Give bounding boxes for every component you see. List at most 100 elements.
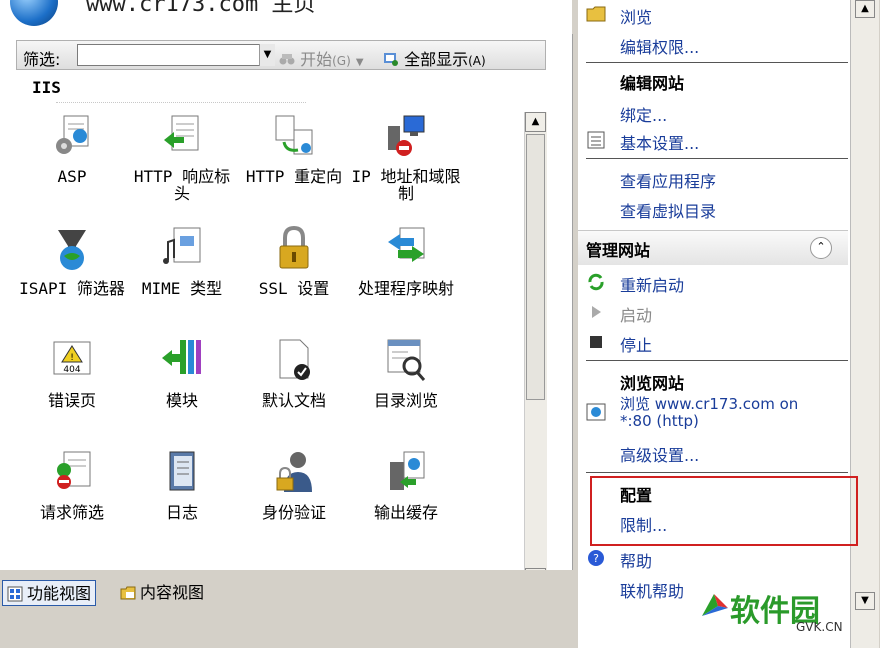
action-stop[interactable]: 停止 (620, 332, 652, 356)
start-filter-button[interactable]: 开始(G) ▼ (279, 46, 364, 70)
feature-label: 身份验证 (261, 503, 326, 522)
features-icons-area: IIS ASP HTTP 响应标头 HTTP 重定向 IP 地址和域限制 ISA… (16, 74, 522, 554)
action-start[interactable]: 启动 (620, 302, 652, 326)
feature-error-pages[interactable]: ! 404 错误页 (16, 336, 128, 409)
feature-mime-types[interactable]: MIME 类型 (126, 224, 238, 297)
tab-content-view[interactable]: 内容视图 (116, 580, 208, 606)
mime-types-icon (163, 227, 201, 264)
feature-label: 默认文档 (261, 391, 326, 410)
modules-icon (162, 340, 201, 374)
show-all-icon (384, 53, 398, 66)
feature-label: 输出缓存 (373, 503, 438, 522)
stop-icon (590, 336, 602, 348)
actions-scroll-up-button[interactable]: ▲ (855, 0, 875, 18)
feature-default-document[interactable]: 默认文档 (238, 336, 350, 409)
feature-isapi-filters[interactable]: ISAPI 筛选器 (16, 224, 128, 297)
isapi-filters-icon (58, 230, 86, 270)
collapse-chevron-icon[interactable]: ⌃ (810, 237, 832, 259)
title-strip: www.cr173.com 主页 (0, 0, 572, 34)
feature-request-filtering[interactable]: 请求筛选 (16, 448, 128, 521)
http-response-headers-icon (164, 115, 199, 151)
filter-toolbar: 筛选: ▼ 开始(G) ▼ 全部显示(A) (16, 40, 546, 70)
features-scrollbar[interactable]: ▲ ▼ (524, 112, 547, 588)
action-advanced-settings[interactable]: 高级设置... (620, 442, 699, 466)
action-view-virtual-dirs[interactable]: 查看虚拟目录 (620, 198, 716, 222)
directory-browsing-icon (387, 339, 426, 381)
watermark-url: GVK.CN (796, 620, 843, 634)
feature-output-caching[interactable]: 输出缓存 (350, 448, 462, 521)
asp-icon (56, 115, 89, 154)
feature-label: HTTP 重定向 (245, 167, 343, 186)
browse-link-line2: *:80 (http) (620, 412, 699, 430)
action-restart[interactable]: 重新启动 (620, 272, 684, 296)
action-basic-settings[interactable]: 基本设置... (620, 130, 699, 154)
action-browse-site-link[interactable]: 浏览 www.cr173.com on *:80 (http) (620, 396, 798, 430)
section-browse-site: 浏览网站 (620, 374, 685, 393)
actions-pane: 浏览 编辑权限... 编辑网站 绑定... 基本设置... 查看应用程序 查看虚… (578, 0, 850, 648)
manage-site-header: 管理网站 ⌃ (578, 230, 848, 265)
feature-logging[interactable]: 日志 (126, 448, 238, 521)
action-edit-permissions[interactable]: 编辑权限... (620, 34, 699, 58)
watermark-logo-icon (702, 594, 728, 616)
ssl-lock-icon (279, 225, 309, 269)
scrollbar-thumb[interactable] (526, 134, 545, 400)
filter-input[interactable] (77, 44, 273, 66)
action-explore[interactable]: 浏览 (620, 4, 652, 28)
tab-features-view[interactable]: 功能视图 (2, 580, 97, 606)
feature-label: 错误页 (47, 391, 96, 410)
request-filtering-icon (57, 451, 91, 489)
feature-asp[interactable]: ASP (16, 112, 128, 185)
action-view-applications[interactable]: 查看应用程序 (620, 168, 716, 192)
show-all-shortcut: (A) (468, 54, 486, 68)
feature-authentication[interactable]: 身份验证 (238, 448, 350, 521)
feature-label: ASP (57, 167, 87, 186)
section-divider (586, 360, 848, 361)
output-caching-icon (390, 451, 425, 490)
feature-http-redirect[interactable]: HTTP 重定向 (238, 112, 350, 185)
section-divider (586, 158, 848, 159)
section-divider (586, 472, 848, 473)
binoculars-icon (279, 54, 295, 65)
feature-handler-mappings[interactable]: 处理程序映射 (350, 224, 462, 297)
ip-restrictions-icon (388, 115, 425, 156)
feature-http-response-headers[interactable]: HTTP 响应标头 (126, 112, 238, 202)
manage-site-title: 管理网站 (586, 241, 651, 260)
start-play-icon (592, 306, 601, 318)
feature-label: 目录浏览 (373, 391, 438, 410)
browse-link-line1: 浏览 www.cr173.com on (620, 395, 799, 413)
show-all-button[interactable]: 全部显示(A) (383, 46, 486, 70)
globe-icon (10, 0, 58, 26)
scroll-up-button[interactable]: ▲ (525, 112, 546, 132)
tab-content-label: 内容视图 (140, 583, 205, 602)
error-pages-404-icon: ! 404 (53, 341, 91, 375)
svg-text:!: ! (70, 353, 74, 363)
group-divider (56, 102, 306, 103)
feature-label: IP 地址和域限制 (351, 167, 461, 203)
restart-icon (588, 273, 604, 291)
actions-scrollbar[interactable]: ▲ ▼ (850, 0, 879, 648)
feature-label: ISAPI 筛选器 (19, 279, 125, 298)
content-view-icon (120, 586, 136, 600)
feature-directory-browsing[interactable]: 目录浏览 (350, 336, 462, 409)
feature-ssl-settings[interactable]: SSL 设置 (238, 224, 350, 297)
feature-label: MIME 类型 (141, 279, 223, 298)
features-view-icon (7, 586, 23, 602)
action-bindings[interactable]: 绑定... (620, 102, 667, 126)
svg-text:404: 404 (63, 365, 80, 375)
highlight-box (590, 476, 858, 546)
group-title: IIS (32, 78, 61, 97)
handler-mappings-icon (388, 227, 425, 262)
tab-features-label: 功能视图 (27, 584, 92, 603)
filter-dropdown-button[interactable]: ▼ (259, 44, 275, 66)
features-panel: 筛选: ▼ 开始(G) ▼ 全部显示(A) IIS ASP HTTP 响应标头 … (0, 34, 573, 588)
view-tabs-bar: 功能视图 内容视图 (0, 570, 572, 648)
section-divider (586, 62, 848, 63)
start-label: 开始 (300, 50, 333, 69)
logging-icon (169, 451, 195, 491)
feature-label: 模块 (165, 391, 198, 410)
feature-modules[interactable]: 模块 (126, 336, 238, 409)
folder-explore-icon (586, 6, 606, 22)
feature-ip-restrictions[interactable]: IP 地址和域限制 (350, 112, 462, 202)
http-redirect-icon (275, 115, 313, 155)
show-all-label: 全部显示 (404, 50, 469, 69)
